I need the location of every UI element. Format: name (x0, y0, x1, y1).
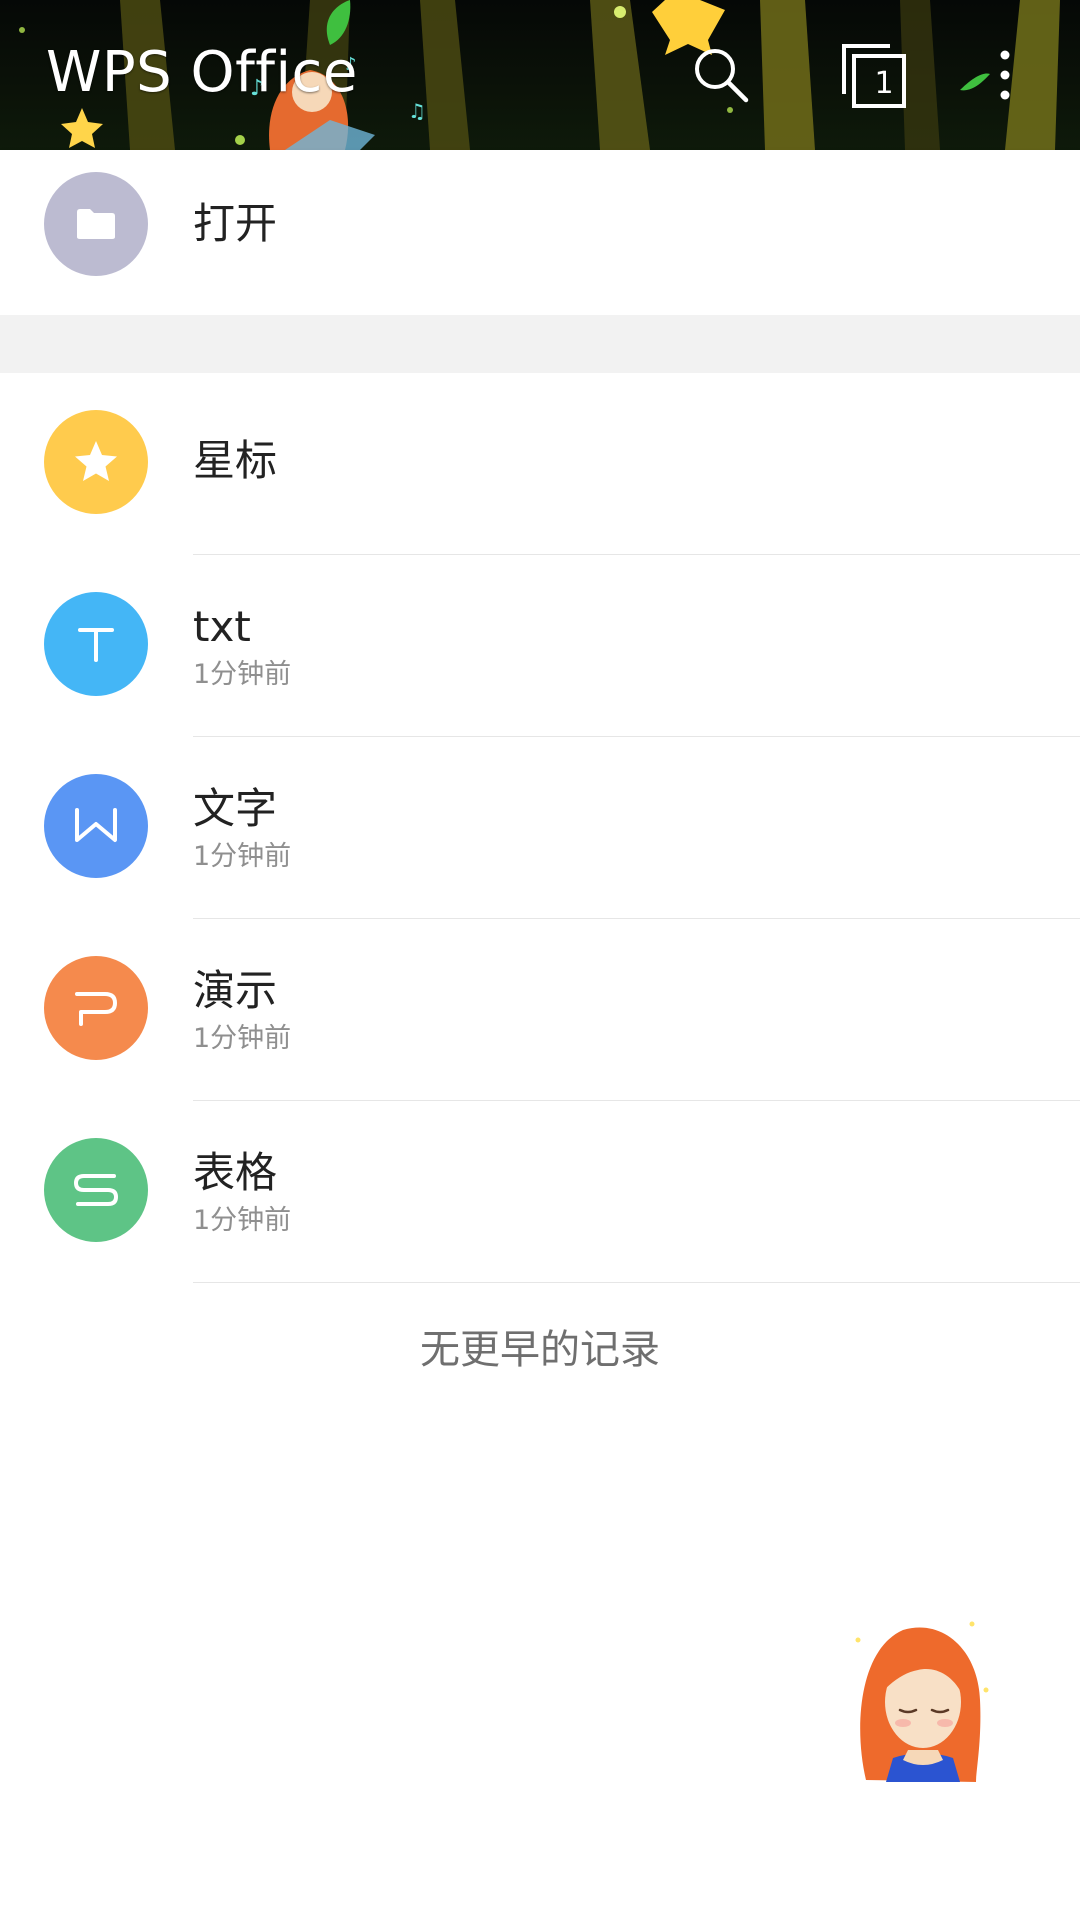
list-item-writer[interactable]: 文字 1分钟前 (0, 737, 1080, 919)
list-item-title: txt (193, 602, 251, 651)
list-item-presentation[interactable]: 演示 1分钟前 (0, 919, 1080, 1101)
list-item-title: 星标 (193, 436, 278, 485)
no-earlier-records-note: 无更早的记录 (420, 1327, 660, 1373)
open-label: 打开 (193, 199, 278, 248)
list-item-starred[interactable]: 星标 (0, 373, 1080, 555)
list-item-timestamp: 1分钟前 (193, 1205, 292, 1236)
mascot-girl-icon (855, 1621, 989, 1782)
search-button[interactable] (676, 30, 766, 120)
app-header: ♪ ♫ ♪ WPS Office 1 (0, 0, 1080, 150)
list-item-timestamp: 1分钟前 (193, 659, 292, 690)
list-item-timestamp: 1分钟前 (193, 841, 292, 872)
section-gap (0, 315, 1080, 373)
more-options-button[interactable] (960, 30, 1050, 120)
star-icon (75, 441, 117, 481)
assistant-mascot[interactable] (848, 1610, 998, 1790)
more-vert-icon (1000, 50, 1010, 100)
list-item-timestamp: 1分钟前 (193, 1023, 292, 1054)
list-item-txt[interactable]: txt 1分钟前 (0, 555, 1080, 737)
list-item-title: 文字 (193, 784, 278, 833)
starred-icon-circle (44, 410, 148, 514)
divider (193, 1282, 1080, 1283)
list-item-title: 演示 (193, 966, 278, 1015)
spreadsheet-icon (74, 1174, 118, 1206)
presentation-icon-circle (44, 956, 148, 1060)
folder-icon (77, 209, 115, 239)
search-icon (695, 49, 749, 103)
txt-icon-circle (44, 592, 148, 696)
txt-icon (78, 628, 114, 662)
writer-icon (75, 808, 117, 842)
open-icon-circle (44, 172, 148, 276)
list-item-spreadsheet[interactable]: 表格 1分钟前 (0, 1101, 1080, 1283)
document-tabs-button[interactable]: 1 (828, 30, 918, 120)
list-item-title: 表格 (193, 1148, 278, 1197)
presentation-icon (75, 992, 117, 1026)
open-file-row[interactable]: 打开 (0, 150, 1080, 315)
svg-text:♫: ♫ (408, 99, 426, 123)
spreadsheet-icon-circle (44, 1138, 148, 1242)
app-title: WPS Office (46, 40, 358, 105)
open-documents-count: 1 (874, 66, 894, 101)
writer-icon-circle (44, 774, 148, 878)
